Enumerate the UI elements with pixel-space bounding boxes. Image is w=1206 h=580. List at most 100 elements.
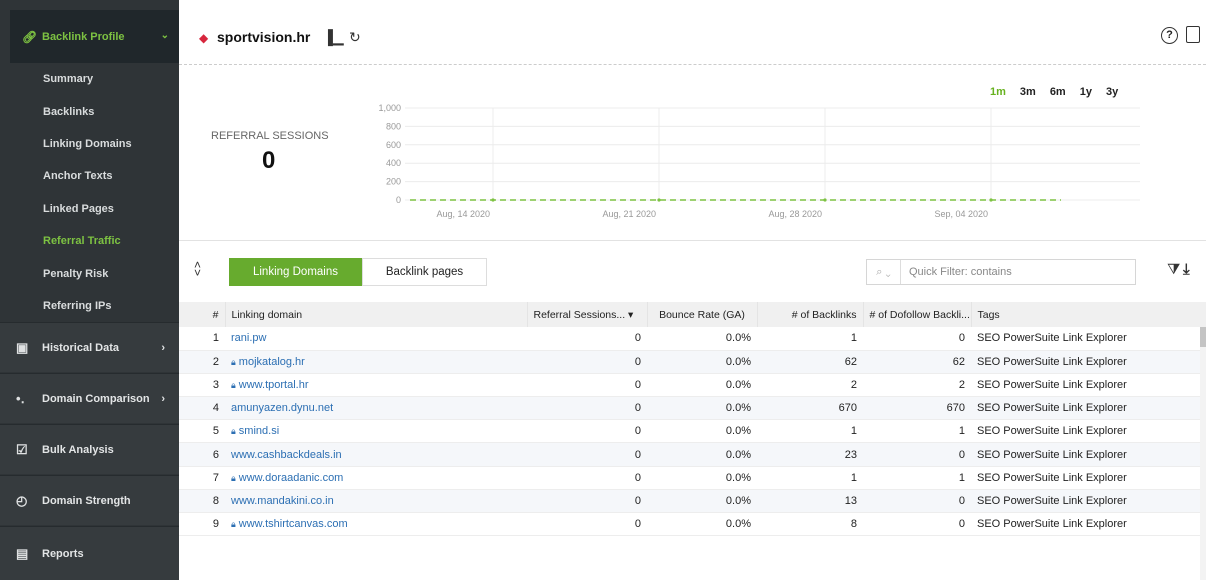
download-icon[interactable]: ⤓ — [1183, 261, 1190, 278]
series-point — [491, 198, 495, 202]
domain-link[interactable]: www.tshirtcanvas.com — [239, 518, 348, 530]
range-1m[interactable]: 1m — [990, 86, 1006, 98]
domain-link[interactable]: rani.pw — [231, 332, 266, 344]
x-tick-label: Aug, 14 2020 — [436, 209, 490, 219]
dofollow-cell: 1 — [863, 466, 971, 490]
refresh-icon[interactable]: ↻ — [349, 29, 361, 46]
domain-link[interactable]: www.cashbackdeals.in — [231, 449, 342, 461]
sidebar-item-referring-ips[interactable]: Referring IPs — [0, 290, 179, 322]
linking-domain-cell: amunyazen.dynu.net — [225, 396, 527, 421]
tab-linking-domains[interactable]: Linking Domains — [229, 258, 362, 286]
sidebar-submenu: Summary Backlinks Linking Domains Anchor… — [0, 63, 179, 322]
sidebar-item-referral-traffic[interactable]: Referral Traffic — [0, 225, 179, 257]
sidebar-item-linking-domains[interactable]: Linking Domains — [0, 128, 179, 160]
column-header-linking-domain[interactable]: Linking domain — [225, 302, 528, 327]
row-index: 2 — [179, 350, 225, 374]
domain-link[interactable]: amunyazen.dynu.net — [231, 402, 333, 414]
dofollow-cell: 1 — [863, 419, 971, 444]
table-body: 1 rani.pw 0 0.0% 1 0 SEO PowerSuite Link Explo… — [179, 327, 1206, 537]
filter-funnel-icon[interactable]: ⧩ — [1167, 261, 1180, 278]
range-3y[interactable]: 3y — [1106, 86, 1118, 98]
bounce-rate-cell: 0.0% — [647, 350, 757, 374]
referral-sessions-cell: 0 — [527, 327, 647, 351]
table-row[interactable]: 2 🔒︎ mojkatalog.hr 0 0.0% 62 62 SEO PowerSuite … — [179, 350, 1206, 374]
table-row[interactable]: 5 🔒︎ smind.si 0 0.0% 1 1 SEO PowerSuite Link Ex… — [179, 419, 1206, 444]
column-header-bounce-rate[interactable]: Bounce Rate (GA) — [647, 302, 758, 327]
domain-link[interactable]: mojkatalog.hr — [239, 356, 305, 368]
chevron-right-icon: › — [161, 392, 165, 405]
chart-x-ticks: Aug, 14 2020 Aug, 21 2020 Aug, 28 2020 Sep,… — [436, 209, 988, 219]
top-strip — [179, 0, 1206, 10]
sidebar-item-anchor-texts[interactable]: Anchor Texts — [0, 160, 179, 192]
sidebar-section-historical-data[interactable]: ▣ Historical Data › — [0, 322, 179, 372]
dofollow-cell: 62 — [863, 350, 971, 374]
range-selector: 1m 3m 6m 1y 3y — [990, 86, 1118, 98]
sidebar-section-label: Domain Strength — [42, 494, 131, 507]
sidebar-section-bulk-analysis[interactable]: ☑ Bulk Analysis — [0, 424, 179, 474]
series-point — [989, 198, 993, 202]
collapse-toggle-icon[interactable]: ˄ ˅ — [194, 259, 201, 279]
sidebar-section-label: Bulk Analysis — [42, 443, 114, 456]
table-row[interactable]: 8 www.mandakini.co.in 0 0.0% 13 0 SEO PowerSui… — [179, 489, 1206, 514]
tab-backlink-pages[interactable]: Backlink pages — [362, 258, 487, 286]
column-header-backlinks[interactable]: # of Backlinks — [757, 302, 864, 327]
site-title: sportvision.hr — [217, 29, 311, 45]
lock-icon: 🔒︎ — [231, 379, 236, 390]
range-3m[interactable]: 3m — [1020, 86, 1036, 98]
bounce-rate-cell: 0.0% — [647, 327, 757, 351]
range-6m[interactable]: 6m — [1050, 86, 1066, 98]
sidebar-header-backlink-profile[interactable]: 🔗︎ Backlink Profile ⌄ — [10, 10, 179, 63]
referral-sessions-chart: 1,000 800 600 400 200 0 Aug, 14 2020 Aug, 21 2… — [378, 103, 1140, 219]
bar-chart-icon[interactable]: ▐▁ — [323, 29, 344, 46]
site-favicon-icon: ◆ — [199, 31, 209, 45]
column-header-referral-sessions[interactable]: Referral Sessions... ▾ — [527, 302, 648, 327]
row-index: 4 — [179, 396, 225, 421]
backlinks-cell: 670 — [757, 396, 863, 421]
table-row[interactable]: 6 www.cashbackdeals.in 0 0.0% 23 0 SEO PowerSu… — [179, 442, 1206, 467]
lock-icon: 🔒︎ — [231, 519, 236, 530]
table-row[interactable]: 3 🔒︎ www.tportal.hr 0 0.0% 2 2 SEO PowerSuite L… — [179, 373, 1206, 398]
y-tick-label: 400 — [386, 158, 401, 168]
linking-domain-cell: 🔒︎ www.tportal.hr — [225, 373, 527, 398]
linking-domain-cell: 🔒︎ www.doraadanic.com — [225, 466, 527, 490]
bubbles-icon: •․ — [16, 390, 25, 406]
sidebar-item-linked-pages[interactable]: Linked Pages — [0, 193, 179, 225]
sidebar-item-penalty-risk[interactable]: Penalty Risk — [0, 257, 179, 289]
domain-link[interactable]: www.mandakini.co.in — [231, 495, 334, 507]
sidebar-section-domain-strength[interactable]: ◴ Domain Strength — [0, 475, 179, 525]
table-scrollbar[interactable] — [1200, 327, 1206, 580]
report-icon: ▤ — [16, 545, 29, 561]
table-row[interactable]: 9 🔒︎ www.tshirtcanvas.com 0 0.0% 8 0 SEO PowerS… — [179, 512, 1206, 537]
search-icon[interactable]: ⌕ ⌄ — [867, 260, 901, 284]
sidebar-section-reports[interactable]: ▤ Reports — [0, 526, 179, 580]
chart-y-ticks: 1,000 800 600 400 200 0 — [378, 103, 401, 205]
linking-domains-table: # Linking domain Referral Sessions... ▾ … — [179, 302, 1206, 537]
table-row[interactable]: 4 amunyazen.dynu.net 0 0.0% 670 670 SEO PowerS… — [179, 396, 1206, 421]
domain-link[interactable]: www.doraadanic.com — [239, 472, 344, 484]
referral-sessions-cell: 0 — [527, 466, 647, 490]
column-header-index[interactable]: # — [179, 302, 226, 327]
calendar-settings-icon[interactable] — [1186, 26, 1200, 43]
domain-link[interactable]: smind.si — [239, 425, 279, 437]
sidebar-section-domain-comparison[interactable]: •․ Domain Comparison › — [0, 373, 179, 423]
column-header-tags[interactable]: Tags — [971, 302, 1206, 327]
linking-domain-cell: 🔒︎ smind.si — [225, 419, 527, 444]
sidebar-section-label: Reports — [42, 547, 84, 560]
table-row[interactable]: 7 🔒︎ www.doraadanic.com 0 0.0% 1 1 SEO PowerSui… — [179, 466, 1206, 490]
table-row[interactable]: 1 rani.pw 0 0.0% 1 0 SEO PowerSuite Link Explo… — [179, 327, 1206, 351]
quick-filter-input[interactable] — [901, 266, 1121, 278]
sidebar-section-label: Domain Comparison — [42, 392, 150, 405]
linking-domain-cell: 🔒︎ mojkatalog.hr — [225, 350, 527, 374]
sidebar-item-summary[interactable]: Summary — [0, 63, 179, 95]
column-header-dofollow-backlinks[interactable]: # of Dofollow Backli... — [863, 302, 972, 327]
sidebar-item-backlinks[interactable]: Backlinks — [0, 95, 179, 127]
table-scrollbar-thumb[interactable] — [1200, 327, 1206, 347]
bounce-rate-cell: 0.0% — [647, 373, 757, 398]
range-1y[interactable]: 1y — [1080, 86, 1092, 98]
bounce-rate-cell: 0.0% — [647, 442, 757, 467]
help-icon[interactable]: ? — [1161, 27, 1178, 44]
linking-domain-cell: www.cashbackdeals.in — [225, 442, 527, 467]
domain-link[interactable]: www.tportal.hr — [239, 379, 309, 391]
y-tick-label: 1,000 — [378, 103, 401, 113]
referral-sessions-cell: 0 — [527, 419, 647, 444]
